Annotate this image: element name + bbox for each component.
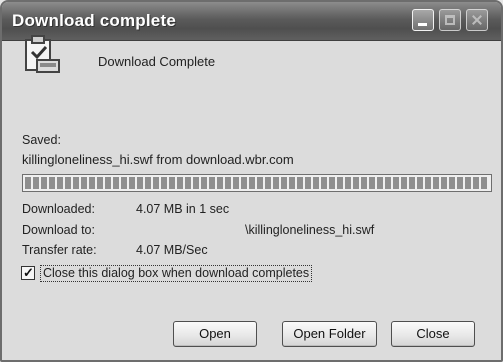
close-window-button: [466, 9, 488, 31]
close-button[interactable]: Close: [391, 321, 475, 347]
minimize-button[interactable]: [412, 9, 434, 31]
maximize-icon: [445, 15, 455, 25]
minimize-icon: [418, 23, 427, 26]
transfer-rate-label: Transfer rate:: [22, 243, 97, 257]
title-bar[interactable]: Download complete: [2, 2, 501, 41]
saved-filename: killingloneliness_hi.swf from download.w…: [22, 152, 294, 167]
downloaded-label: Downloaded:: [22, 202, 95, 216]
close-when-done-label[interactable]: Close this dialog box when download comp…: [40, 265, 313, 282]
download-progress-bar: [22, 174, 492, 192]
download-to-label: Download to:: [22, 223, 95, 237]
header-label: Download Complete: [98, 54, 216, 69]
open-button[interactable]: Open: [173, 321, 257, 347]
dialog-body: [2, 41, 501, 360]
download-to-value: \killingloneliness_hi.swf: [245, 223, 375, 237]
download-complete-dialog: Download complete Download Complete Save…: [0, 0, 503, 362]
transfer-rate-value: 4.07 MB/Sec: [136, 243, 208, 257]
window-title: Download complete: [12, 11, 176, 30]
downloaded-value: 4.07 MB in 1 sec: [136, 202, 230, 216]
checkmark-icon: ✓: [23, 265, 34, 280]
open-folder-button[interactable]: Open Folder: [282, 321, 377, 347]
saved-label: Saved:: [22, 133, 61, 147]
progress-fill: [25, 177, 489, 189]
maximize-button: [439, 9, 461, 31]
download-complete-icon: [25, 35, 60, 73]
close-when-done-checkbox[interactable]: ✓: [21, 265, 35, 280]
